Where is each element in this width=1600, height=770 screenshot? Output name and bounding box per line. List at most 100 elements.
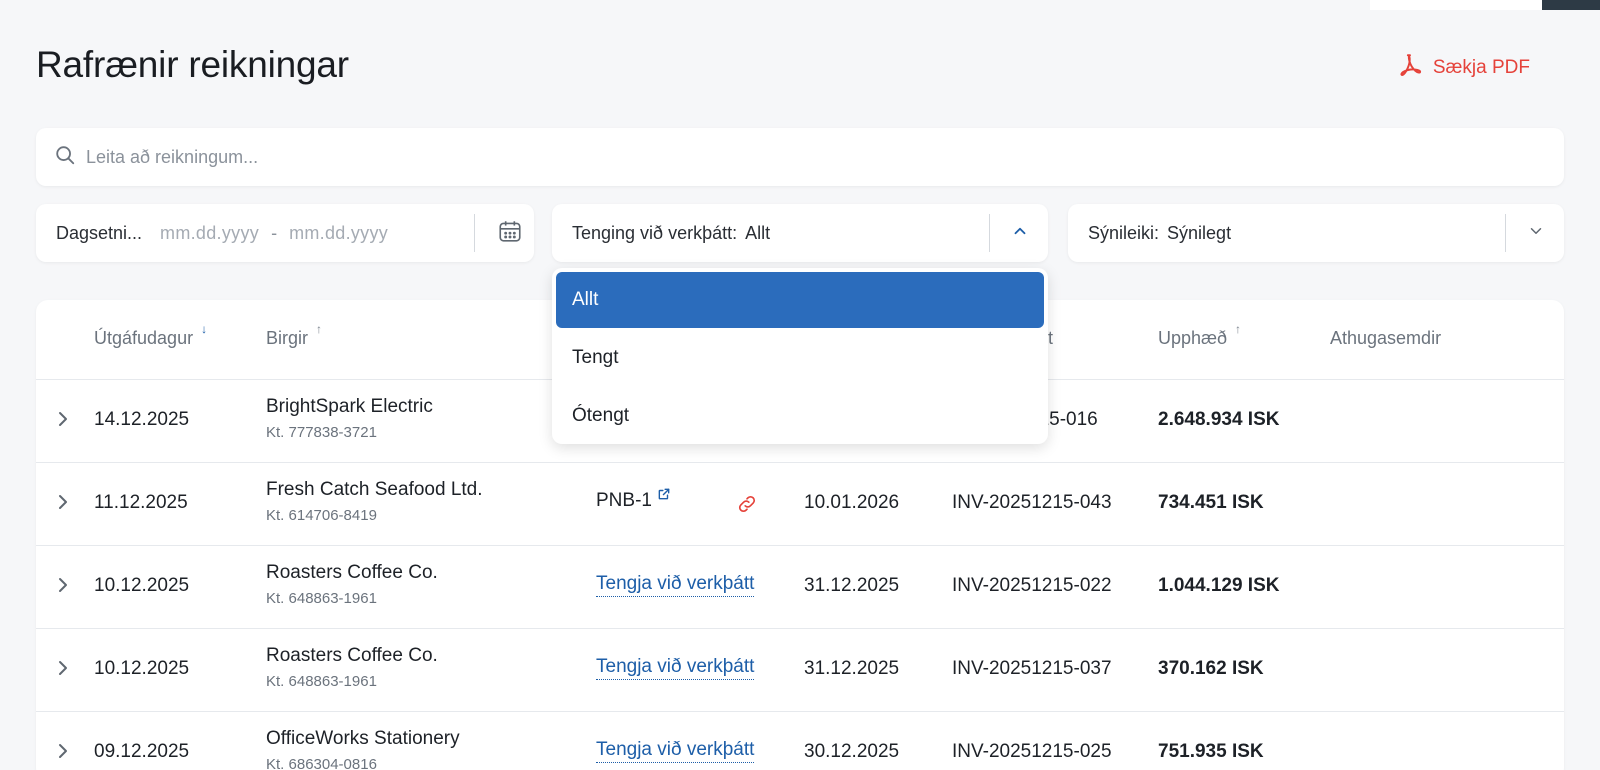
top-bar-dark-block <box>1542 0 1600 10</box>
table-row[interactable]: 10.12.2025 Roasters Coffee Co. Kt. 64886… <box>36 629 1564 712</box>
divider <box>989 214 990 252</box>
dropdown-option-linked[interactable]: Tengt <box>556 330 1044 386</box>
sort-asc-icon: ↑ <box>1235 322 1242 336</box>
supplier-name: BrightSpark Electric <box>266 396 433 417</box>
issue-date: 14.12.2025 <box>94 409 190 430</box>
supplier-cell: BrightSpark Electric Kt. 777838-3721 <box>266 396 433 441</box>
calendar-button[interactable] <box>482 204 538 262</box>
table-row[interactable]: 10.12.2025 Roasters Coffee Co. Kt. 64886… <box>36 546 1564 629</box>
issue-date: 10.12.2025 <box>94 658 190 679</box>
dropdown-option-unlinked[interactable]: Ótengt <box>556 388 1044 444</box>
due-date: 31.12.2025 <box>804 575 900 596</box>
chevron-down-icon <box>1527 222 1545 245</box>
supplier-kt: Kt. 686304-0816 <box>266 756 377 770</box>
column-header-invoice-number[interactable]: t <box>1048 328 1053 349</box>
expand-row-button[interactable] <box>52 491 74 517</box>
invoice-number: INV-20251215-043 <box>952 492 1112 513</box>
sort-asc-icon: ↑ <box>316 322 323 336</box>
expand-row-button[interactable] <box>52 408 74 434</box>
unlink-icon[interactable] <box>736 493 758 520</box>
supplier-name: Fresh Catch Seafood Ltd. <box>266 479 483 500</box>
column-header-label: t <box>1048 328 1054 348</box>
amount: 2.648.934 ISK <box>1158 409 1280 430</box>
expand-row-button[interactable] <box>52 740 74 766</box>
project-link-filter-label: Tenging við verkþátt: <box>572 222 738 243</box>
column-header-notes: Athugasemdir <box>1330 328 1441 349</box>
link-to-project-link[interactable]: Tengja við verkþátt <box>596 656 755 680</box>
project-link-filter-value: Allt <box>745 222 771 243</box>
project-cell: PNB-1 <box>596 488 671 512</box>
supplier-kt: Kt. 648863-1961 <box>266 590 377 607</box>
date-range-separator: - <box>271 222 278 243</box>
project-cell: Tengja við verkþátt <box>596 739 755 763</box>
chevron-up-icon <box>1011 222 1029 245</box>
invoice-number: INV-20251215-037 <box>952 658 1112 679</box>
visibility-filter-value: Sýnilegt <box>1167 222 1232 243</box>
amount: 751.935 ISK <box>1158 741 1264 762</box>
chevron-right-icon <box>56 659 70 682</box>
date-filter-label: Dagsetni... <box>56 222 143 243</box>
project-code: PNB-1 <box>596 490 652 511</box>
expand-row-button[interactable] <box>52 657 74 683</box>
visibility-filter[interactable]: Sýnileiki: Sýnilegt <box>1068 204 1564 262</box>
amount: 734.451 ISK <box>1158 492 1264 513</box>
table-row[interactable]: 09.12.2025 OfficeWorks Stationery Kt. 68… <box>36 712 1564 770</box>
chevron-right-icon <box>56 742 70 765</box>
invoice-number: INV-20251215-022 <box>952 575 1112 596</box>
supplier-cell: Roasters Coffee Co. Kt. 648863-1961 <box>266 562 438 607</box>
date-to-input[interactable]: mm.dd.yyyy <box>289 223 388 244</box>
search-input[interactable] <box>86 146 1486 168</box>
amount: 370.162 ISK <box>1158 658 1264 679</box>
supplier-cell: Roasters Coffee Co. Kt. 648863-1961 <box>266 645 438 690</box>
issue-date: 10.12.2025 <box>94 575 190 596</box>
link-to-project-link[interactable]: Tengja við verkþátt <box>596 739 755 763</box>
supplier-name: Roasters Coffee Co. <box>266 562 438 583</box>
chevron-right-icon <box>56 576 70 599</box>
table-row[interactable]: 11.12.2025 Fresh Catch Seafood Ltd. Kt. … <box>36 463 1564 546</box>
issue-date: 11.12.2025 <box>94 492 188 513</box>
column-header-issue-date[interactable]: Útgáfudagur ↓ <box>94 322 207 349</box>
top-bar-fragment <box>1370 0 1600 10</box>
link-to-project-link[interactable]: Tengja við verkþátt <box>596 573 755 597</box>
supplier-name: OfficeWorks Stationery <box>266 728 460 749</box>
column-header-label: Birgir <box>266 328 309 348</box>
due-date: 10.01.2026 <box>804 492 900 513</box>
pdf-icon <box>1397 52 1423 84</box>
visibility-filter-label: Sýnileiki: <box>1088 222 1160 243</box>
chevron-right-icon <box>56 410 70 433</box>
calendar-icon <box>497 218 523 249</box>
sort-desc-icon: ↓ <box>201 322 208 336</box>
due-date: 31.12.2025 <box>804 658 900 679</box>
project-link-dropdown-menu: Allt Tengt Ótengt <box>552 268 1048 444</box>
project-cell: Tengja við verkþátt <box>596 573 755 597</box>
visibility-dropdown-toggle[interactable] <box>1508 204 1564 262</box>
chevron-right-icon <box>56 493 70 516</box>
issue-date: 09.12.2025 <box>94 741 190 762</box>
download-pdf-button[interactable]: Sækja PDF <box>1397 52 1530 84</box>
column-header-supplier[interactable]: Birgir ↑ <box>266 322 322 349</box>
due-date: 30.12.2025 <box>804 741 900 762</box>
supplier-cell: Fresh Catch Seafood Ltd. Kt. 614706-8419 <box>266 479 483 524</box>
date-range-filter[interactable]: Dagsetni... mm.dd.yyyy - mm.dd.yyyy <box>36 204 534 262</box>
top-bar-white-block <box>1370 0 1542 10</box>
supplier-kt: Kt. 648863-1961 <box>266 673 377 690</box>
expand-row-button[interactable] <box>52 574 74 600</box>
project-link-dropdown-toggle[interactable] <box>992 204 1048 262</box>
date-from-input[interactable]: mm.dd.yyyy <box>160 223 259 244</box>
dropdown-option-all[interactable]: Allt <box>556 272 1044 328</box>
download-pdf-label: Sækja PDF <box>1432 57 1530 78</box>
divider <box>474 214 475 252</box>
supplier-kt: Kt. 614706-8419 <box>266 507 377 524</box>
external-link-icon[interactable] <box>657 485 671 507</box>
search-bar <box>36 128 1564 186</box>
column-header-label: Upphæð <box>1158 328 1228 348</box>
project-link-filter[interactable]: Tenging við verkþátt: Allt <box>552 204 1048 262</box>
amount: 1.044.129 ISK <box>1158 575 1280 596</box>
search-icon <box>54 144 76 171</box>
page-title: Rafrænir reikningar <box>36 44 349 85</box>
column-header-label: Útgáfudagur <box>94 328 194 348</box>
column-header-amount[interactable]: Upphæð ↑ <box>1158 322 1241 349</box>
supplier-name: Roasters Coffee Co. <box>266 645 438 666</box>
column-header-label: Athugasemdir <box>1330 328 1442 348</box>
divider <box>1505 214 1506 252</box>
